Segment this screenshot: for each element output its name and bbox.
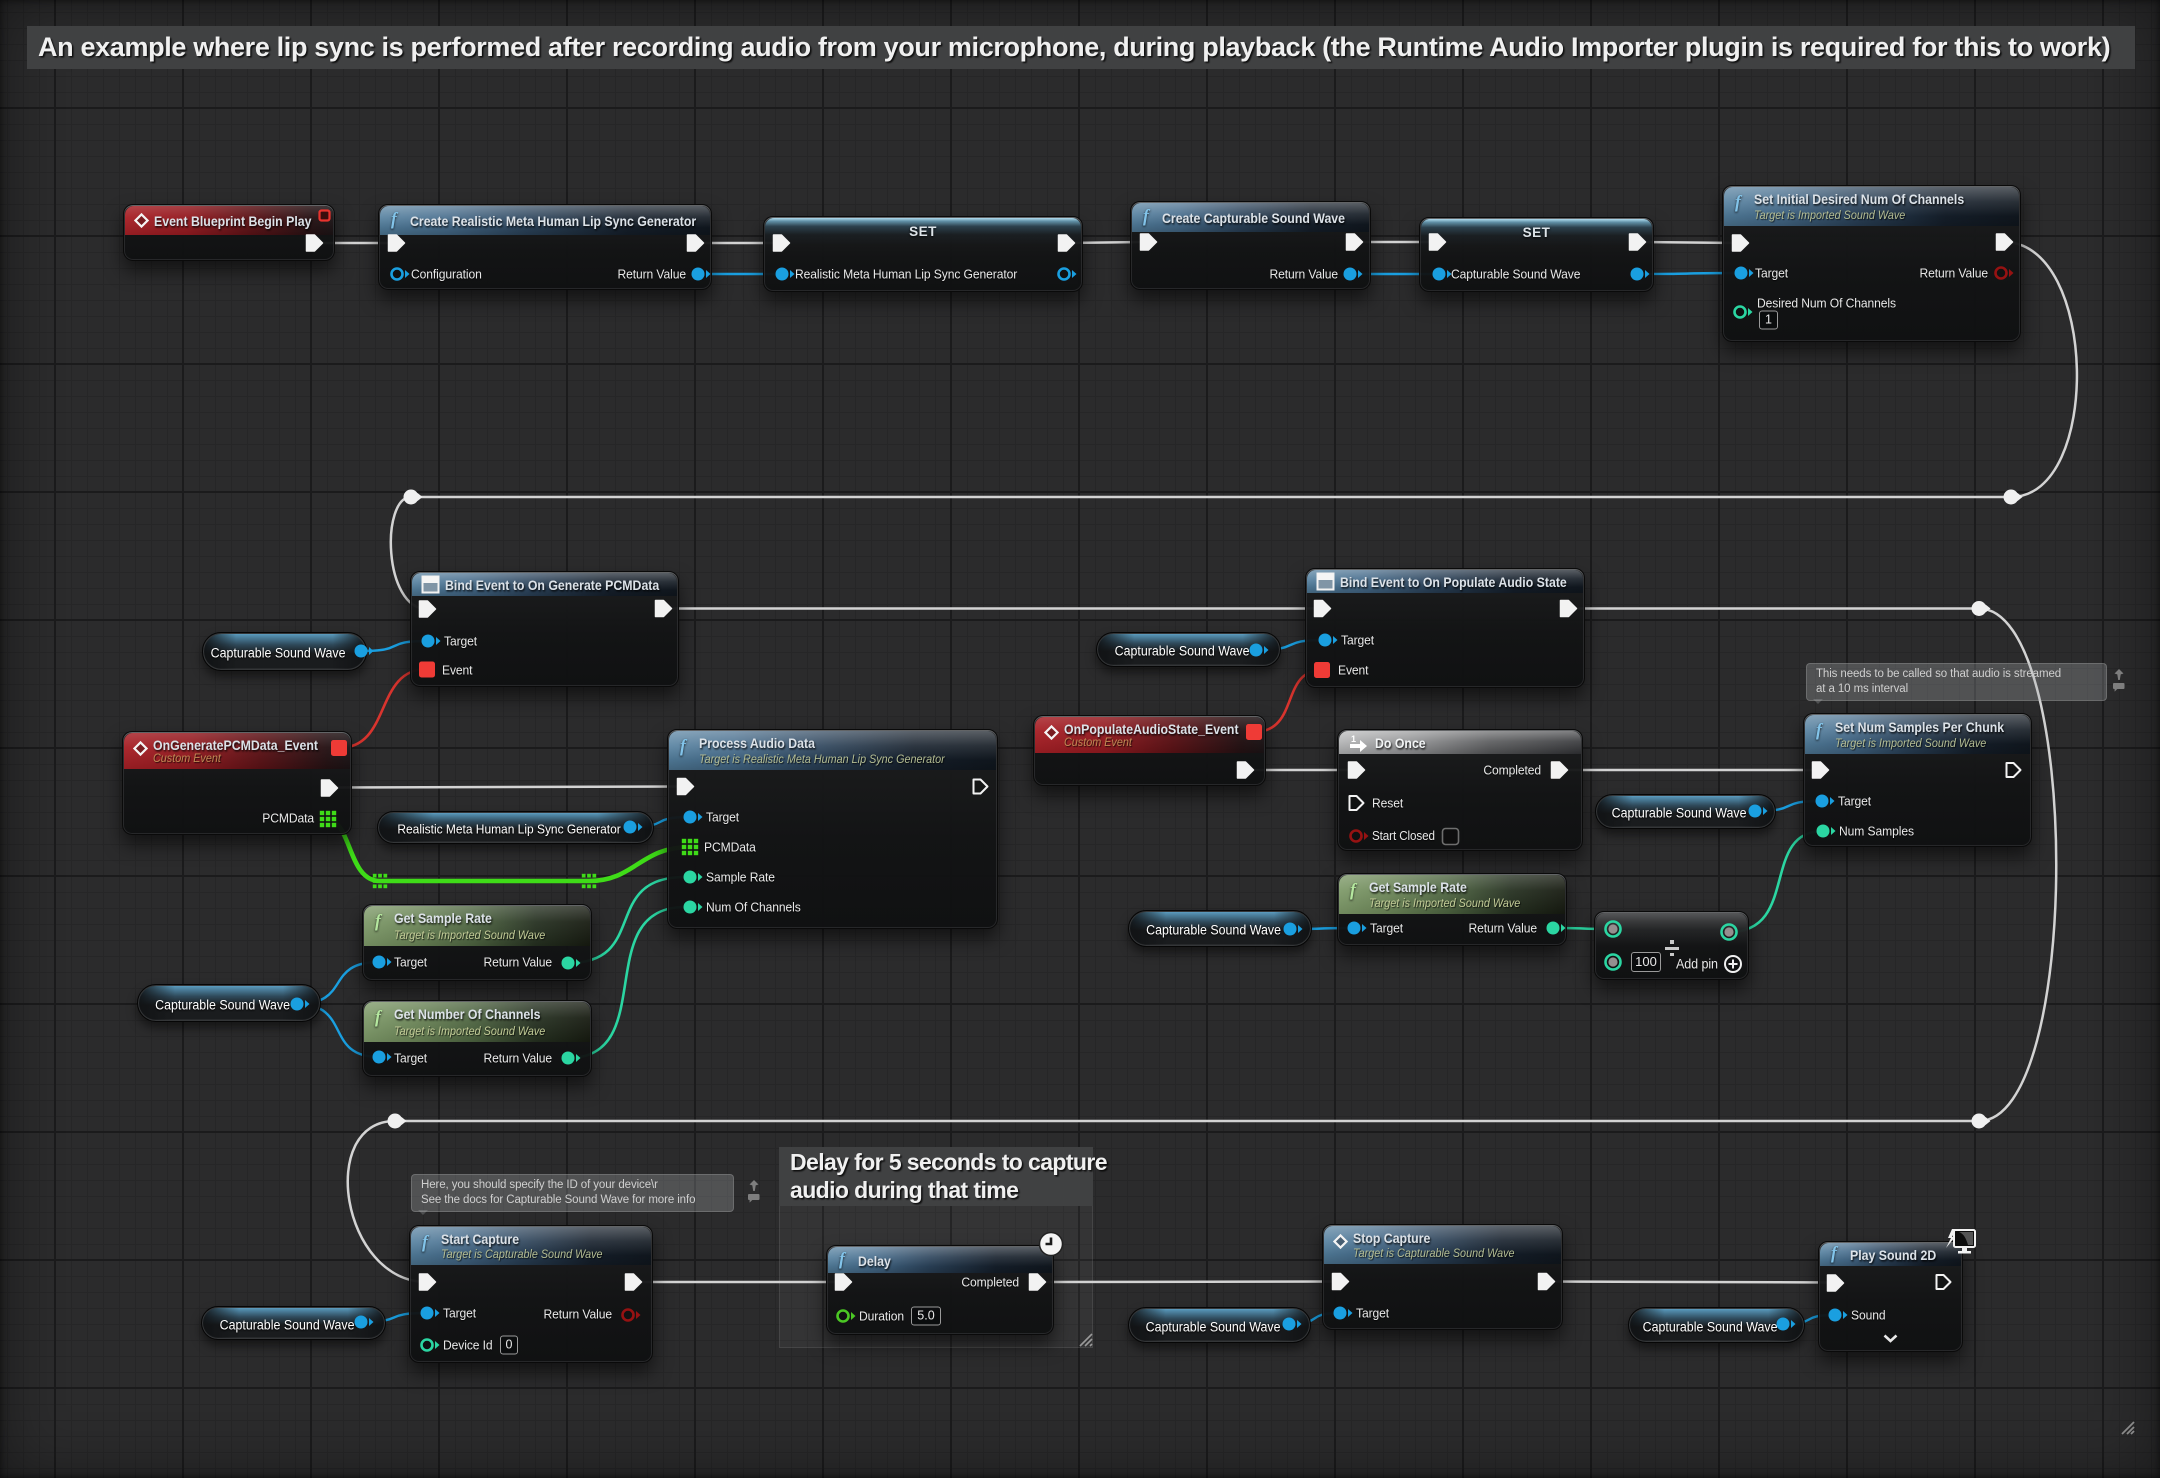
svg-text:1: 1 xyxy=(1351,734,1356,744)
